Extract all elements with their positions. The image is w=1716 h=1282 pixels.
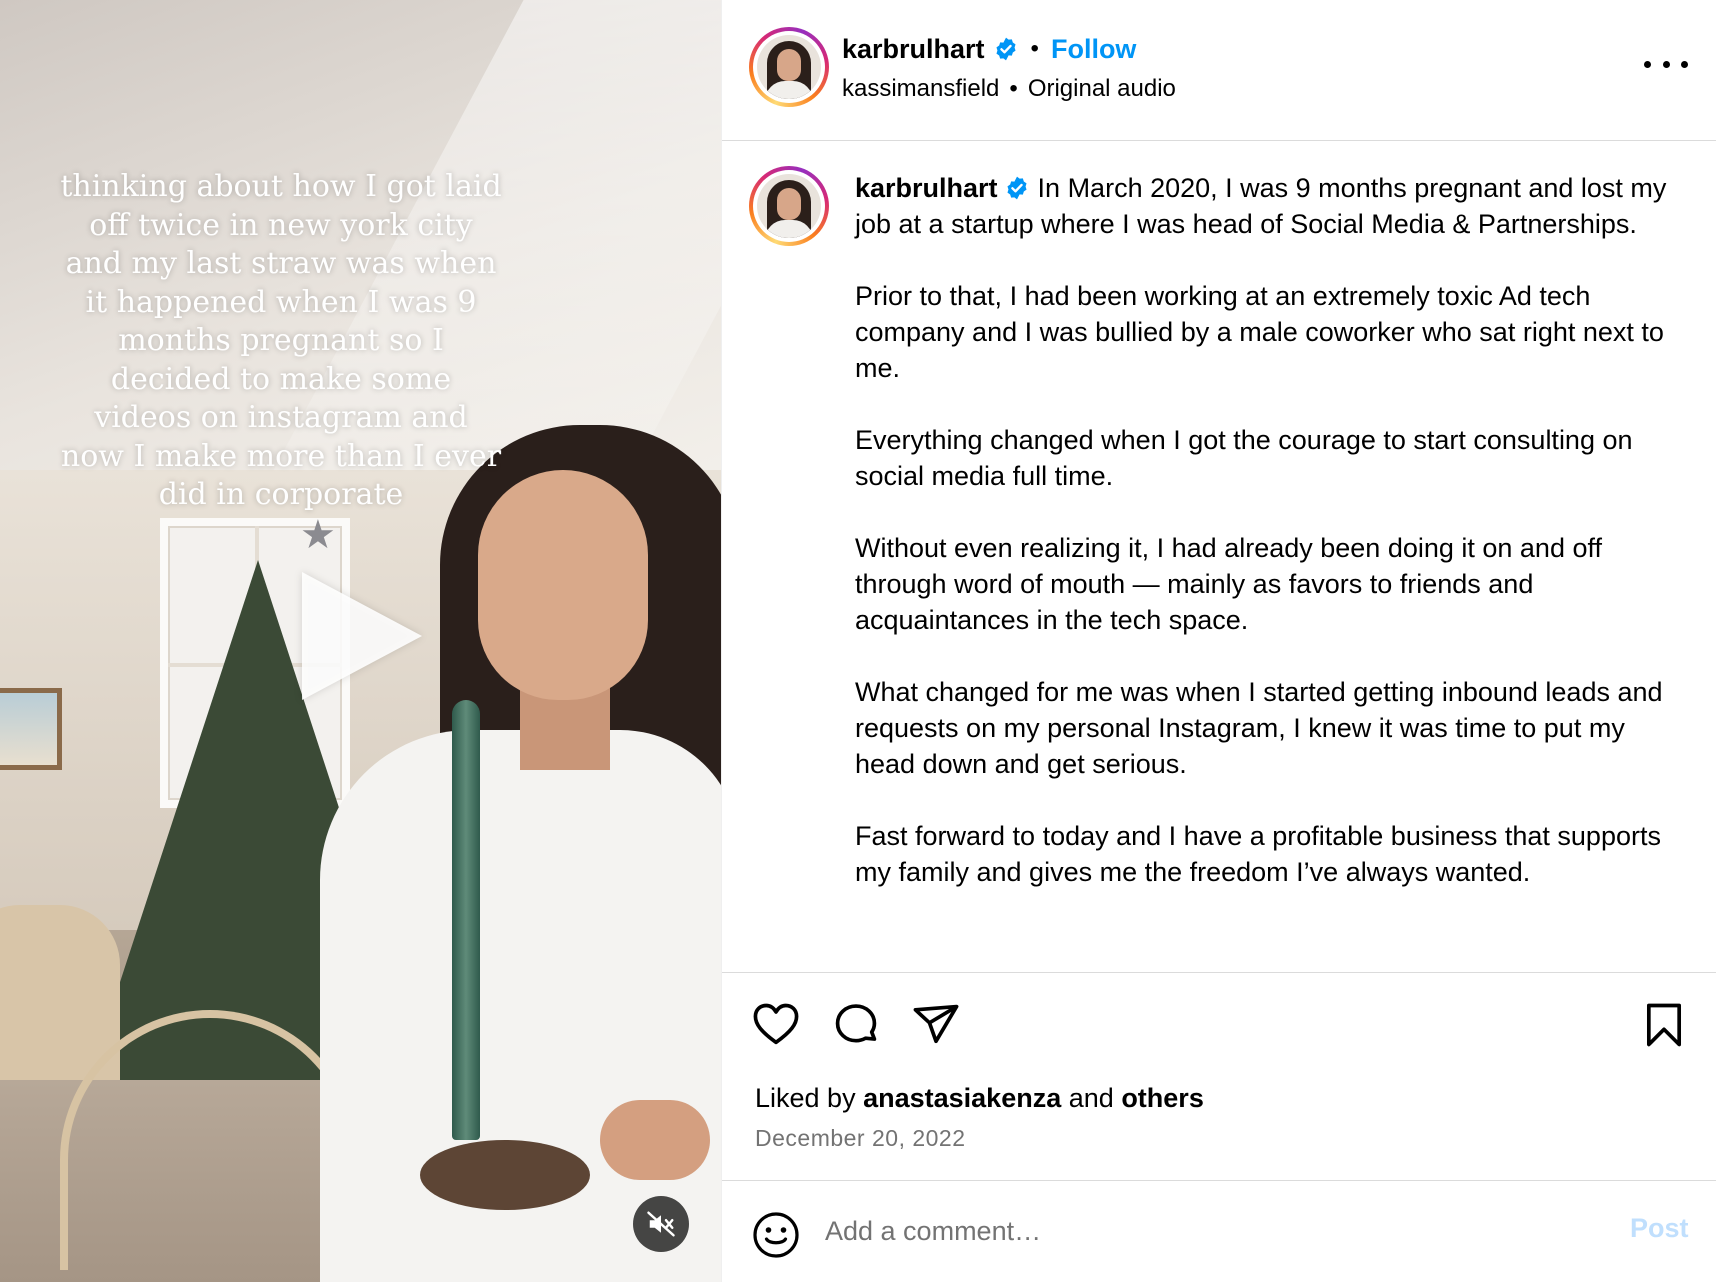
comment-composer: Post: [722, 1180, 1716, 1282]
avatar-image: [757, 35, 821, 99]
instagram-post: ★ thinking about how I got laid off twic…: [0, 0, 1716, 1282]
author-avatar[interactable]: [749, 27, 829, 107]
caption-paragraph: Prior to that, I had been working at an …: [855, 281, 1664, 383]
avatar-image: [757, 174, 821, 238]
emoji-button[interactable]: [752, 1211, 800, 1259]
mute-button[interactable]: [633, 1196, 689, 1252]
post-date[interactable]: December 20, 2022: [755, 1125, 966, 1152]
caption-author-avatar[interactable]: [749, 166, 829, 246]
video-overlay-text: thinking about how I got laid off twice …: [60, 169, 502, 512]
follow-button[interactable]: Follow: [1051, 34, 1136, 65]
caption-paragraph: Everything changed when I got the courag…: [855, 425, 1633, 491]
like-button[interactable]: [750, 999, 802, 1051]
likes-connector: and: [1068, 1083, 1114, 1113]
video-candle-holder: [420, 1140, 590, 1210]
caption-section: karbrulhart In March 2020, I was 9 month…: [722, 142, 1716, 972]
post-comment-button[interactable]: Post: [1630, 1213, 1689, 1244]
caption-paragraph: What changed for me was when I started g…: [855, 677, 1663, 779]
audio-author-link[interactable]: kassimansfield: [842, 75, 999, 103]
video-player[interactable]: ★ thinking about how I got laid off twic…: [0, 0, 721, 1282]
likes-prefix: Liked by: [755, 1083, 856, 1113]
comment-bubble-icon: [835, 1004, 877, 1043]
video-person-face: [478, 470, 648, 700]
tree-star-icon: ★: [300, 512, 336, 558]
smiley-face-icon: [753, 1212, 799, 1258]
caption-username-link[interactable]: karbrulhart: [855, 173, 998, 203]
audio-separator: •: [1009, 75, 1018, 102]
bookmark-icon: [1646, 1003, 1682, 1047]
header-separator: •: [1030, 35, 1039, 62]
audio-info: kassimansfield • Original audio: [842, 75, 1176, 103]
speaker-muted-icon: [647, 1211, 675, 1237]
video-tree-candle: [452, 700, 480, 1140]
header-user-row: karbrulhart • Follow: [842, 31, 1136, 67]
play-icon[interactable]: [302, 572, 422, 700]
caption-paragraph: karbrulhart In March 2020, I was 9 month…: [855, 170, 1685, 242]
liker-username-link[interactable]: anastasiakenza: [863, 1083, 1061, 1113]
caption-paragraph: Fast forward to today and I have a profi…: [855, 821, 1661, 887]
heart-icon: [753, 1003, 799, 1045]
video-person-hand: [600, 1100, 710, 1180]
post-caption: karbrulhart In March 2020, I was 9 month…: [855, 170, 1685, 926]
video-scene-picture-frame: [0, 688, 62, 770]
likes-others-link[interactable]: others: [1121, 1083, 1204, 1113]
verified-badge-icon: [1007, 176, 1027, 200]
paper-plane-icon: [913, 1004, 959, 1044]
audio-title-link[interactable]: Original audio: [1028, 75, 1176, 103]
post-details-panel: karbrulhart • Follow kassimansfield • Or…: [721, 0, 1716, 1282]
verified-badge-icon: [996, 37, 1016, 61]
author-username-link[interactable]: karbrulhart: [842, 34, 985, 65]
likes-summary: Liked by anastasiakenza and others: [755, 1083, 1204, 1114]
save-button[interactable]: [1638, 999, 1690, 1051]
post-header: karbrulhart • Follow kassimansfield • Or…: [722, 0, 1716, 141]
comment-button[interactable]: [830, 999, 882, 1051]
comment-input[interactable]: [825, 1209, 1525, 1253]
share-button[interactable]: [910, 999, 962, 1051]
caption-paragraph: Without even realizing it, I had already…: [855, 533, 1602, 635]
post-actions: Liked by anastasiakenza and others Decem…: [722, 972, 1716, 1180]
more-options-icon[interactable]: [1644, 54, 1688, 74]
